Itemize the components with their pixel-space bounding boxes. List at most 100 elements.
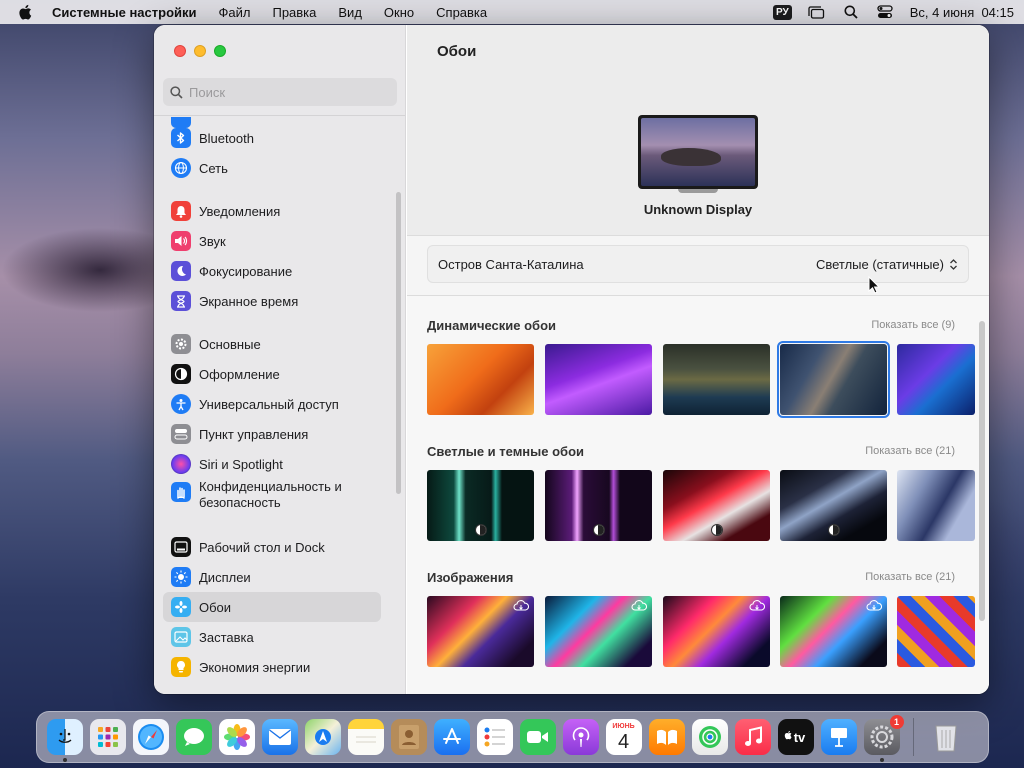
sidebar-item-siri[interactable]: Siri и Spotlight: [163, 449, 381, 479]
light-dark-mode-icon: [593, 524, 605, 536]
sidebar-item-label: Универсальный доступ: [199, 396, 339, 412]
wallpaper-thumbnail[interactable]: [780, 596, 887, 667]
wallpaper-thumbnail[interactable]: [897, 596, 975, 667]
contacts-icon[interactable]: [390, 719, 427, 755]
wallpaper-thumbnail[interactable]: [545, 344, 652, 415]
sidebar-scrollbar[interactable]: [396, 192, 401, 494]
section-title: Светлые и темные обои: [427, 443, 585, 459]
wallpaper-thumbnail[interactable]: [427, 596, 534, 667]
wallpaper-name: Остров Санта-Каталина: [438, 256, 584, 272]
close-button[interactable]: [174, 45, 186, 57]
facetime-icon[interactable]: [519, 719, 556, 755]
input-source-indicator[interactable]: РУ: [773, 4, 792, 20]
menubar-clock[interactable]: Вс, 4 июня 04:15: [910, 5, 1014, 20]
maps-icon[interactable]: [304, 719, 341, 755]
podcasts-icon[interactable]: [562, 719, 599, 755]
system-settings-icon[interactable]: 1: [863, 715, 904, 762]
sidebar-item-label: Экономия энергии: [199, 659, 311, 675]
wallpaper-thumbnail[interactable]: [545, 596, 652, 667]
menu-window[interactable]: Окно: [384, 5, 414, 20]
wallpaper-thumbnail[interactable]: [427, 470, 534, 541]
images-section: Изображения Показать все (21): [427, 568, 975, 667]
sidebar-item-label: Звук: [199, 233, 226, 249]
sidebar-item-wallpaper[interactable]: Обои: [163, 592, 381, 622]
sidebar-item-notifications[interactable]: Уведомления: [163, 196, 381, 226]
sidebar-item-displays[interactable]: Дисплеи: [163, 562, 381, 592]
books-icon[interactable]: [648, 719, 685, 755]
apple-tv-icon[interactable]: tv: [777, 719, 814, 755]
apple-menu-icon[interactable]: [18, 4, 32, 20]
zoom-button[interactable]: [214, 45, 226, 57]
messages-icon[interactable]: [175, 719, 212, 755]
sidebar-item-label: Экранное время: [199, 293, 299, 309]
wallpaper-thumbnail[interactable]: [780, 470, 887, 541]
mail-icon[interactable]: [261, 719, 298, 755]
dynamic-wallpapers-section: Динамические обои Показать все (9): [427, 316, 975, 418]
display-stand: [678, 189, 718, 193]
calendar-icon[interactable]: ИЮНЬ 4: [605, 719, 642, 755]
sidebar-item-label: Заставка: [199, 629, 254, 645]
sidebar-item-energy-saver[interactable]: Экономия энергии: [163, 652, 381, 682]
search-input[interactable]: Поиск: [189, 85, 225, 100]
trash-icon[interactable]: [928, 719, 964, 755]
hourglass-icon: [171, 291, 191, 311]
sidebar-item-appearance[interactable]: Оформление: [163, 359, 381, 389]
gear-icon: [171, 334, 191, 354]
app-store-icon[interactable]: [433, 719, 470, 755]
search-field[interactable]: Поиск: [163, 78, 397, 106]
sidebar-item-screen-time[interactable]: Экранное время: [163, 286, 381, 316]
wallpaper-option-row: Остров Санта-Каталина Светлые (статичные…: [427, 245, 969, 283]
sidebar-item-screensaver[interactable]: Заставка: [163, 622, 381, 652]
sidebar-divider: [154, 115, 405, 116]
sidebar-item-general[interactable]: Основные: [163, 329, 381, 359]
wallpaper-thumbnail[interactable]: [427, 344, 534, 415]
finder-icon[interactable]: [46, 719, 83, 762]
wallpaper-thumbnail-selected[interactable]: [777, 341, 890, 418]
download-cloud-icon: [631, 600, 647, 611]
sidebar-item-privacy[interactable]: Конфиденциальность и безопасность: [163, 478, 381, 512]
app-menu[interactable]: Системные настройки: [52, 5, 197, 20]
gallery-scrollbar[interactable]: [979, 321, 985, 621]
sidebar-item-bluetooth[interactable]: Bluetooth: [163, 123, 381, 153]
sidebar-item-label: Фокусирование: [199, 263, 293, 279]
wallpaper-thumbnail[interactable]: [663, 344, 770, 415]
minimize-button[interactable]: [194, 45, 206, 57]
show-all-button[interactable]: Показать все (9): [871, 319, 955, 331]
notes-icon[interactable]: [347, 719, 384, 755]
control-center-icon[interactable]: [876, 4, 894, 20]
wallpaper-thumbnail[interactable]: [897, 344, 975, 415]
sidebar-item-label: Bluetooth: [199, 130, 254, 146]
sidebar-item-focus[interactable]: Фокусирование: [163, 256, 381, 286]
download-cloud-icon: [513, 600, 529, 611]
show-all-button[interactable]: Показать все (21): [865, 571, 955, 583]
bulb-icon: [171, 657, 191, 677]
launchpad-icon[interactable]: [89, 719, 126, 755]
music-icon[interactable]: [734, 719, 771, 755]
wallpaper-thumbnail[interactable]: [545, 470, 652, 541]
menu-edit[interactable]: Правка: [272, 5, 316, 20]
apple-tv-label: tv: [793, 729, 806, 745]
wallpaper-thumbnail[interactable]: [663, 470, 770, 541]
find-my-icon[interactable]: [691, 719, 728, 755]
sidebar-item-network[interactable]: Сеть: [163, 153, 381, 183]
moon-icon: [171, 261, 191, 281]
sidebar-item-control-center[interactable]: Пункт управления: [163, 419, 381, 449]
wallpaper-thumbnail[interactable]: [897, 470, 975, 541]
menu-help[interactable]: Справка: [436, 5, 487, 20]
show-all-button[interactable]: Показать все (21): [865, 445, 955, 457]
wallpaper-thumbnail[interactable]: [663, 596, 770, 667]
photos-icon[interactable]: [218, 719, 255, 755]
sidebar-item-sound[interactable]: Звук: [163, 226, 381, 256]
sidebar-item-accessibility[interactable]: Универсальный доступ: [163, 389, 381, 419]
reminders-icon[interactable]: [476, 719, 513, 755]
stage-manager-icon[interactable]: [808, 4, 826, 20]
spotlight-search-icon[interactable]: [842, 4, 860, 20]
wallpaper-mode-popup[interactable]: Светлые (статичные): [816, 257, 958, 272]
sidebar-item-desktop-dock[interactable]: Рабочий стол и Dock: [163, 532, 381, 562]
menu-file[interactable]: Файл: [219, 5, 251, 20]
sidebar: Поиск Bluetooth Сеть Уведомления Звук Фо…: [154, 25, 406, 694]
menu-view[interactable]: Вид: [338, 5, 362, 20]
speaker-icon: [171, 231, 191, 251]
keynote-icon[interactable]: [820, 719, 857, 755]
safari-icon[interactable]: [132, 719, 169, 755]
